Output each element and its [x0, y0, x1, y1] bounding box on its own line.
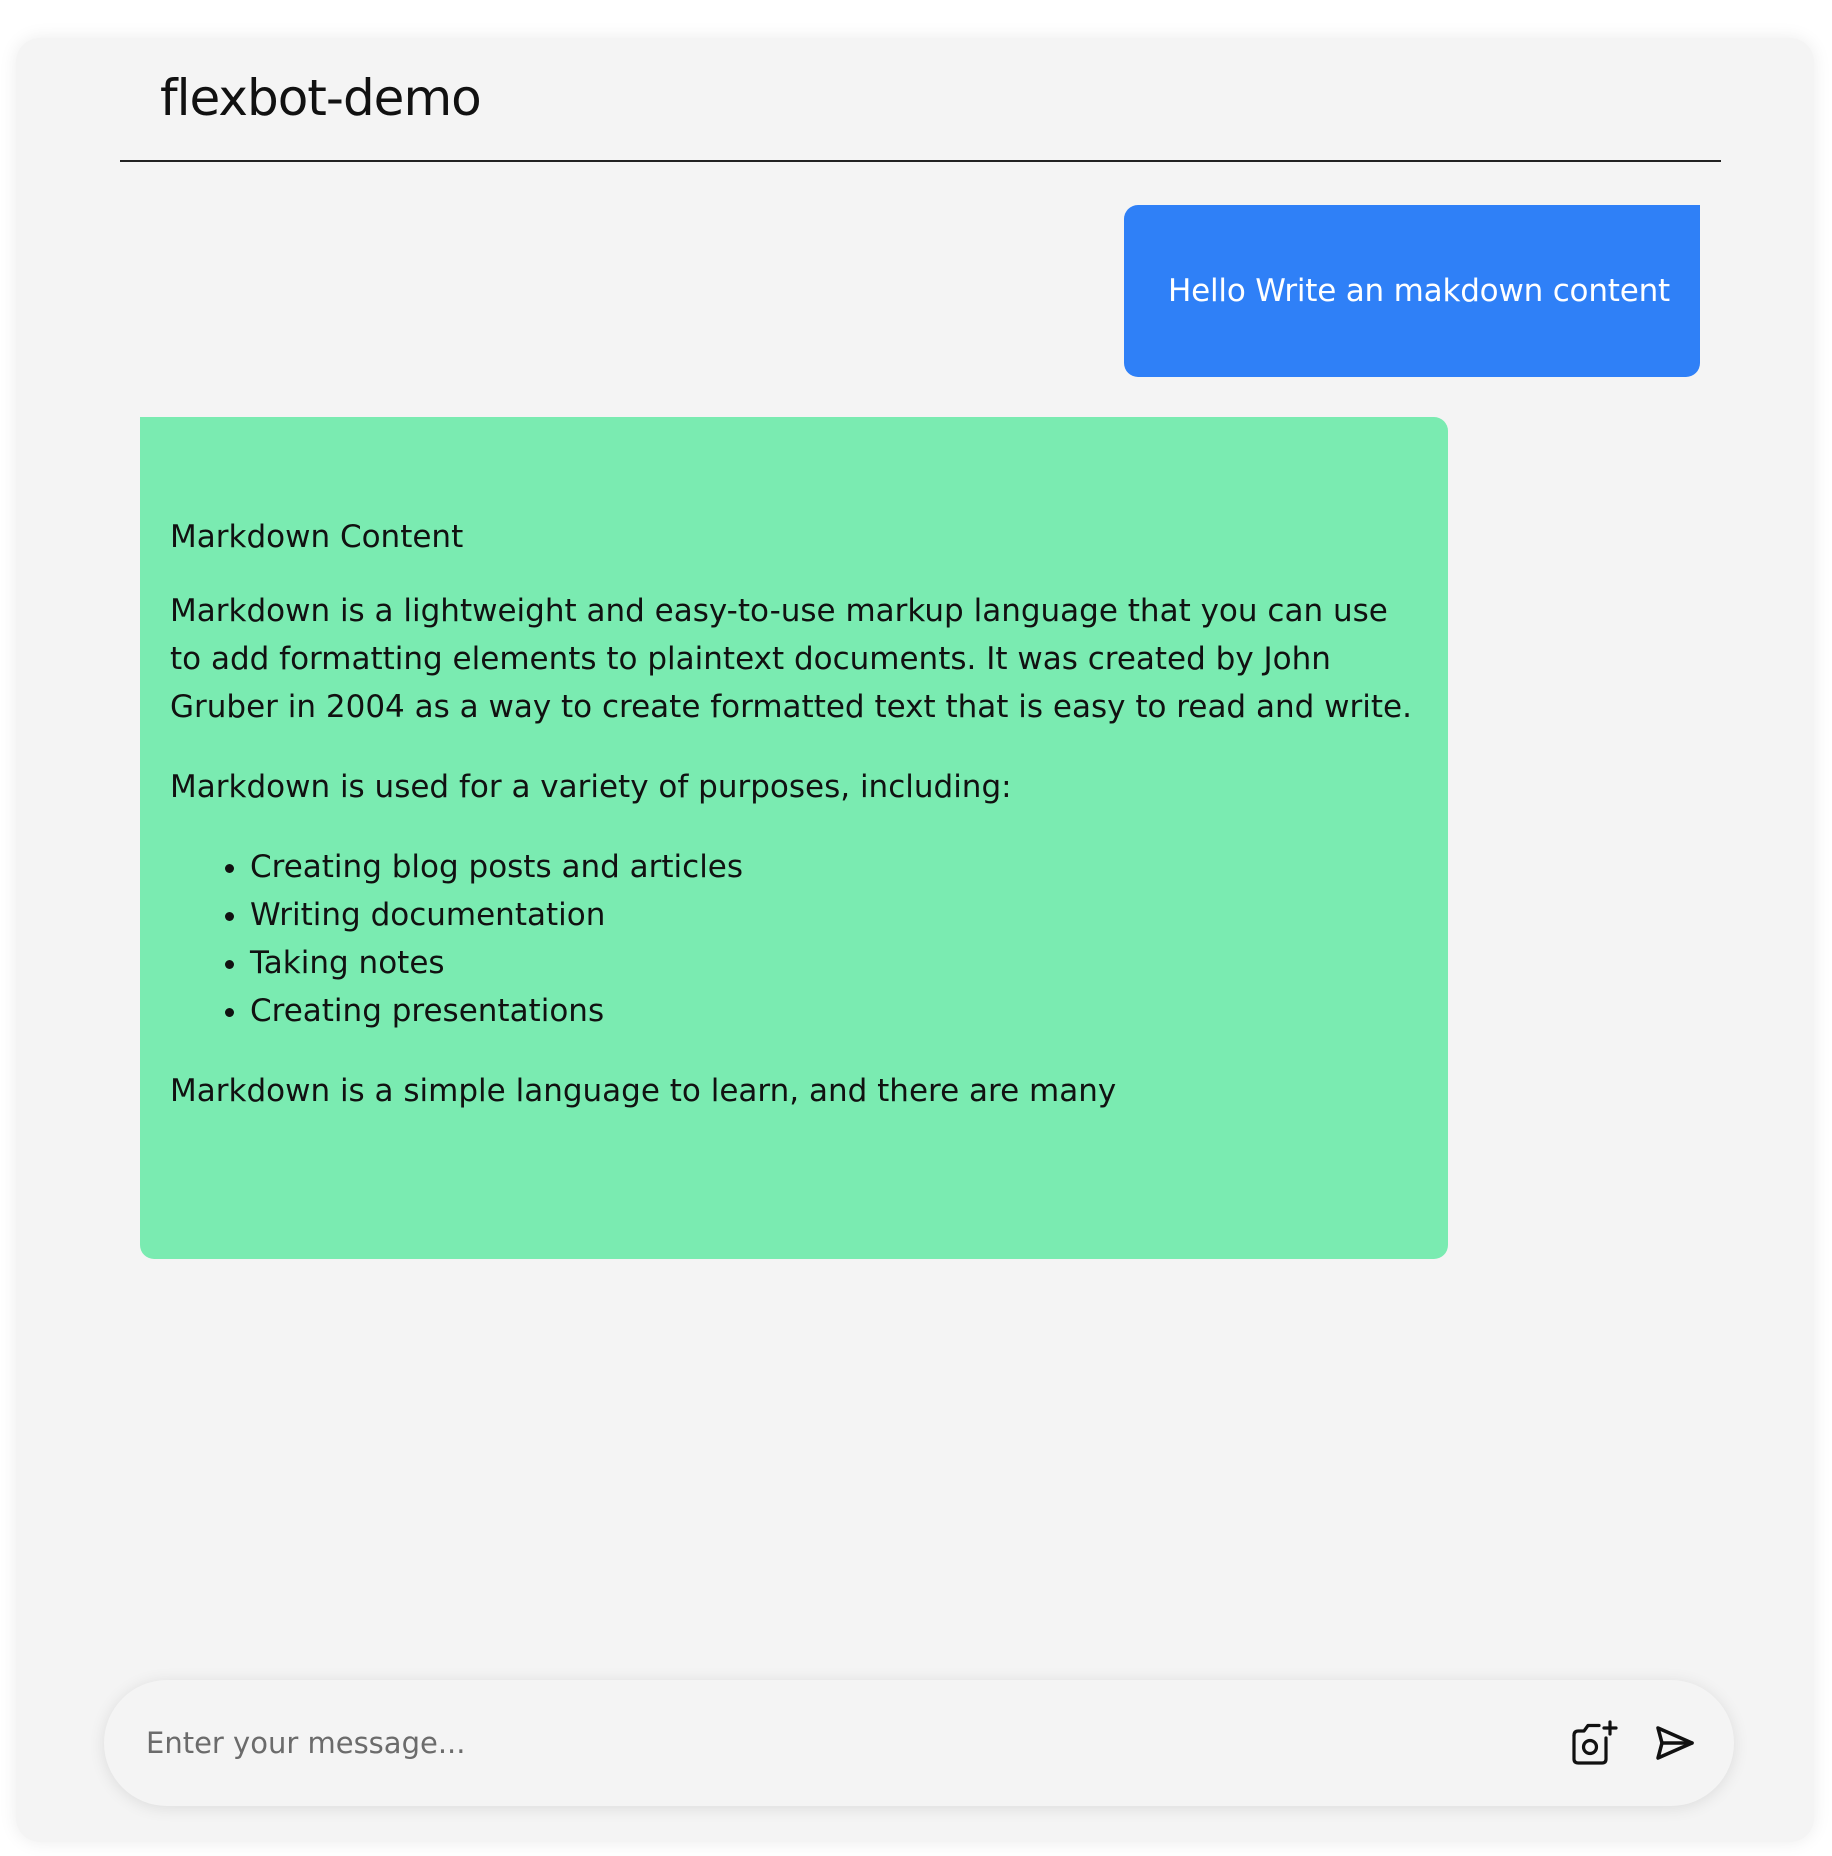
chat-header: flexbot-demo: [120, 38, 1721, 162]
bot-message-bubble: Markdown Content Markdown is a lightweig…: [140, 417, 1448, 1259]
chat-window: flexbot-demo Hello Write an makdown cont…: [16, 38, 1814, 1842]
list-item: Creating presentations: [250, 987, 1418, 1035]
bot-message-paragraph: Markdown is used for a variety of purpos…: [170, 769, 1012, 805]
list-item: Writing documentation: [250, 891, 1418, 939]
message-composer: [104, 1680, 1734, 1806]
camera-plus-icon: [1572, 1720, 1618, 1765]
send-icon: [1656, 1726, 1694, 1760]
camera-button[interactable]: [1566, 1714, 1624, 1772]
app-title: flexbot-demo: [160, 69, 482, 127]
bot-message-paragraph: Markdown is a simple language to learn, …: [170, 1073, 1117, 1109]
bot-message-paragraph: Markdown is a lightweight and easy-to-us…: [170, 593, 1412, 725]
message-input[interactable]: [144, 1708, 1444, 1778]
send-button[interactable]: [1646, 1714, 1704, 1772]
bot-message-heading: Markdown Content: [170, 519, 464, 555]
list-item: Creating blog posts and articles: [250, 843, 1418, 891]
list-item: Taking notes: [250, 939, 1418, 987]
bot-message-list: Creating blog posts and articles Writing…: [170, 843, 1418, 1035]
user-message-bubble: Hello Write an makdown content: [1124, 205, 1700, 377]
user-message-text: Hello Write an makdown content: [1168, 273, 1670, 309]
